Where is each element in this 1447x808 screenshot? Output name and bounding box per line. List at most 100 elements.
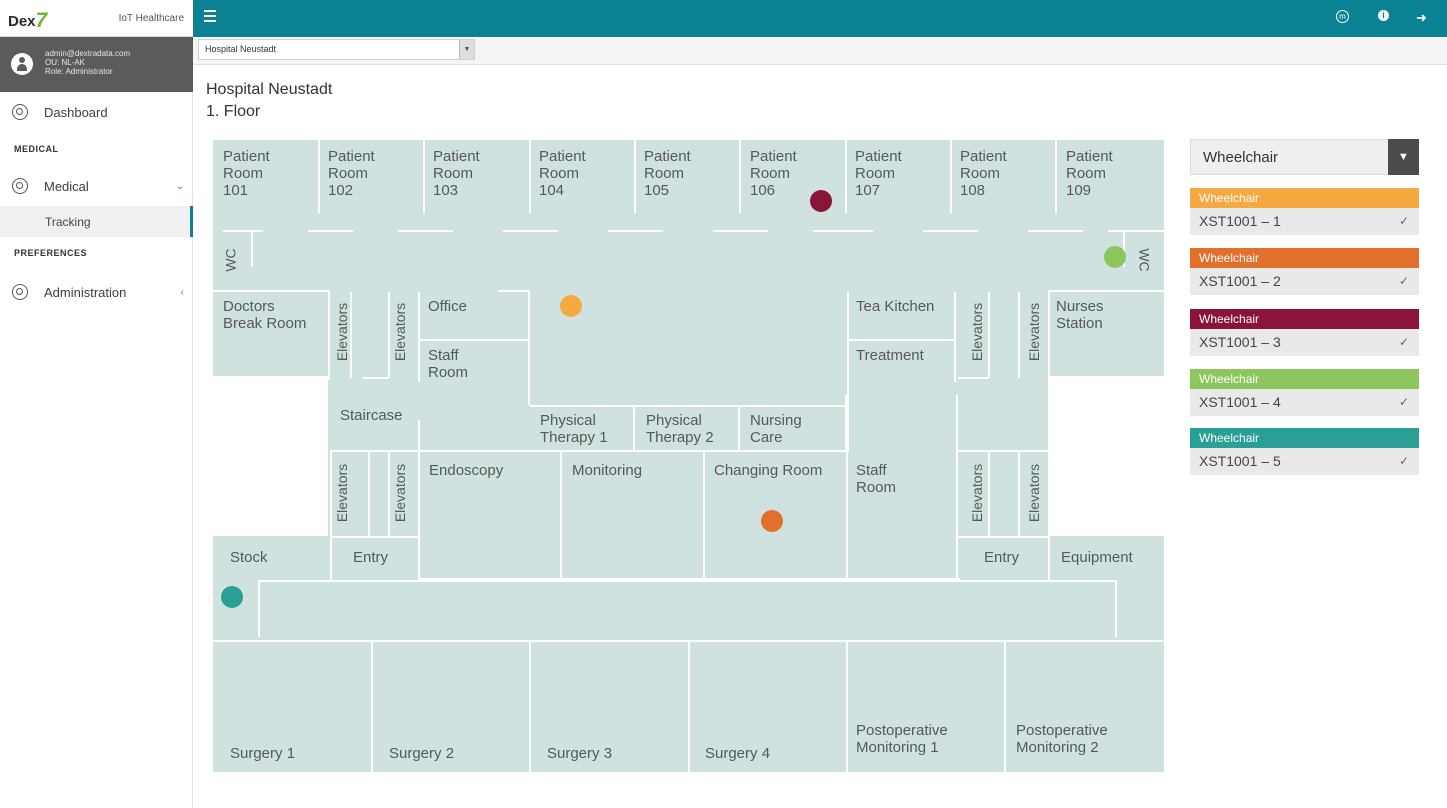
sidebar-item-tracking[interactable]: Tracking [0,206,193,237]
room-stock[interactable]: Stock [230,549,268,566]
elevators-left-lower-2: Elevators [392,463,409,523]
user-ou: OU: NL-AK [45,58,86,67]
sidebar: admin@dextradata.com OU: NL-AK Role: Adm… [0,37,193,808]
wheelchair-tag-5[interactable] [221,586,243,608]
room-equipment[interactable]: Equipment [1061,549,1133,566]
asset-item-3[interactable]: Wheelchair XST1001 – 3 ✓ [1190,309,1419,356]
sidebar-item-medical[interactable]: Medical ⌄ [0,168,193,206]
chevron-left-icon: ‹ [180,287,184,298]
room-nurses-station[interactable]: Nurses Station [1056,298,1104,332]
sidebar-item-administration[interactable]: Administration ‹ [0,274,193,312]
room-105[interactable]: Patient Room 105 [644,148,691,199]
medical-info-icon[interactable]: m [1336,10,1349,23]
menu-icon[interactable] [204,10,216,22]
wheelchair-tag-3[interactable] [810,190,832,212]
asset-id: XST1001 – 1 [1199,213,1281,229]
sidebar-item-label: Dashboard [44,105,108,120]
floor-block-middle [328,376,1048,536]
asset-id: XST1001 – 4 [1199,394,1281,410]
wheelchair-tag-2[interactable] [761,510,783,532]
asset-type-select[interactable]: Wheelchair ▼ [1190,139,1419,175]
room-tea-kitchen[interactable]: Tea Kitchen [856,298,934,315]
check-icon[interactable]: ✓ [1399,329,1409,356]
hospital-select[interactable]: Hospital Neustadt ▼ [198,39,475,60]
asset-item-1[interactable]: Wheelchair XST1001 – 1 ✓ [1190,188,1419,235]
room-postoperative-monitoring-1[interactable]: Postoperative Monitoring 1 [856,722,948,756]
top-bar: Dex7 IoT Healthcare m i ➜ [0,0,1447,37]
chevron-down-icon: ⌄ [175,181,184,192]
room-108[interactable]: Patient Room 108 [960,148,1007,199]
chevron-down-icon: ▼ [459,40,474,59]
room-doctors-break-room[interactable]: Doctors Break Room [223,298,306,332]
info-icon[interactable]: i [1378,10,1389,21]
room-monitoring[interactable]: Monitoring [572,462,642,479]
logout-icon[interactable]: ➜ [1414,10,1429,25]
room-106[interactable]: Patient Room 106 [750,148,797,199]
room-surgery-4[interactable]: Surgery 4 [705,745,770,762]
room-physical-therapy-1[interactable]: Physical Therapy 1 [540,412,608,446]
staircase: Staircase [340,407,403,424]
wheelchair-tag-1[interactable] [560,295,582,317]
section-header-medical: MEDICAL [14,144,59,154]
room-109[interactable]: Patient Room 109 [1066,148,1113,199]
check-icon[interactable]: ✓ [1399,448,1409,475]
asset-id: XST1001 – 5 [1199,453,1281,469]
dashboard-icon [12,104,28,120]
asset-item-5[interactable]: Wheelchair XST1001 – 5 ✓ [1190,428,1419,475]
asset-item-2[interactable]: Wheelchair XST1001 – 2 ✓ [1190,248,1419,295]
room-wc-right[interactable]: WC [1137,248,1153,271]
page-title: Hospital Neustadt [206,81,333,98]
room-107[interactable]: Patient Room 107 [855,148,902,199]
check-icon[interactable]: ✓ [1399,268,1409,295]
floor-plan: Patient Room 101 Patient Room 102 Patien… [213,140,1164,772]
room-nursing-care[interactable]: Nursing Care [750,412,802,446]
sidebar-item-label: Medical [44,179,89,194]
product-name: IoT Healthcare [118,13,184,24]
asset-type-label: Wheelchair [1190,369,1419,389]
entry-left: Entry [353,549,389,566]
check-icon[interactable]: ✓ [1399,389,1409,416]
room-staff-room-2[interactable]: Staff Room [856,462,896,496]
hospital-select-value: Hospital Neustadt [205,44,277,54]
asset-type-label: Wheelchair [1190,188,1419,208]
floor-title: 1. Floor [206,103,261,120]
elevators-right-lower-1: Elevators [969,463,986,523]
user-email: admin@dextradata.com [45,49,131,58]
section-header-preferences: PREFERENCES [14,248,88,258]
elevators-right-upper-2: Elevators [1026,302,1043,362]
room-103[interactable]: Patient Room 103 [433,148,480,199]
logo: Dex7 [8,9,48,32]
room-104[interactable]: Patient Room 104 [539,148,586,199]
room-physical-therapy-2[interactable]: Physical Therapy 2 [646,412,714,446]
user-role: Role: Administrator [45,67,113,76]
asset-id: XST1001 – 2 [1199,273,1281,289]
asset-item-4[interactable]: Wheelchair XST1001 – 4 ✓ [1190,369,1419,416]
room-102[interactable]: Patient Room 102 [328,148,375,199]
chevron-down-icon: ▼ [1388,139,1419,175]
elevators-left-lower-1: Elevators [334,463,351,523]
elevators-right-lower-2: Elevators [1026,463,1043,523]
asset-type-label: Wheelchair [1190,428,1419,448]
room-wc-left[interactable]: WC [223,248,239,271]
wheelchair-tag-4[interactable] [1104,246,1126,268]
sidebar-item-label: Tracking [45,215,91,229]
room-endoscopy[interactable]: Endoscopy [429,462,503,479]
sidebar-item-label: Administration [44,285,127,300]
room-changing-room[interactable]: Changing Room [714,462,822,479]
room-office[interactable]: Office [428,298,467,315]
asset-id: XST1001 – 3 [1199,334,1281,350]
room-surgery-2[interactable]: Surgery 2 [389,745,454,762]
room-surgery-3[interactable]: Surgery 3 [547,745,612,762]
room-treatment[interactable]: Treatment [856,347,924,364]
sidebar-item-dashboard[interactable]: Dashboard [0,94,193,132]
room-postoperative-monitoring-2[interactable]: Postoperative Monitoring 2 [1016,722,1108,756]
administration-icon [12,284,28,300]
room-staff-room[interactable]: Staff Room [428,347,468,381]
elevators-left-upper-2: Elevators [392,302,409,362]
medical-icon [12,178,28,194]
user-avatar-icon [11,53,33,75]
check-icon[interactable]: ✓ [1399,208,1409,235]
room-surgery-1[interactable]: Surgery 1 [230,745,295,762]
room-101[interactable]: Patient Room 101 [223,148,270,199]
brand-area: Dex7 IoT Healthcare [0,0,193,37]
